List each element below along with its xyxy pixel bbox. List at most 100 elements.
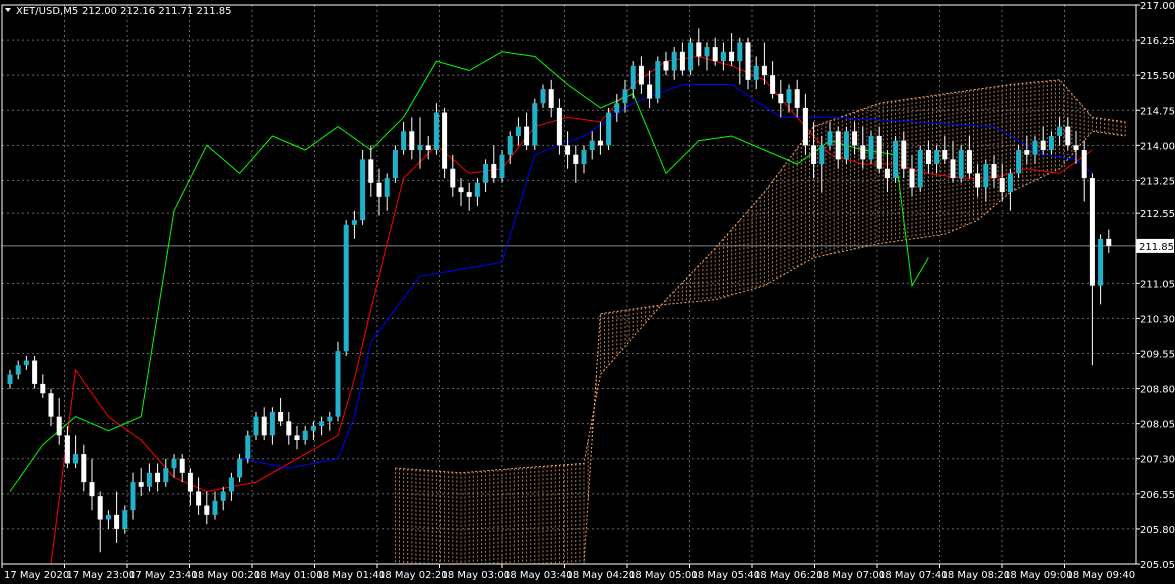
candle-body-bull — [499, 154, 505, 179]
candle-body-bull — [532, 103, 538, 146]
candle-body-bull — [237, 458, 243, 478]
candle[interactable] — [868, 131, 874, 165]
candle-body-bull — [983, 164, 989, 188]
y-tick-label: 211.05 — [1140, 279, 1175, 290]
candle-body-bear — [261, 416, 267, 436]
candle-body-bull — [581, 150, 587, 165]
candle-body-bear — [966, 150, 972, 174]
candle-body-bear — [138, 482, 144, 487]
candle-body-bull — [1057, 126, 1063, 136]
candle-body-bear — [597, 140, 603, 146]
candle[interactable] — [688, 37, 694, 76]
candle-body-bear — [1024, 150, 1030, 155]
candle[interactable] — [606, 107, 612, 151]
candle-body-bull — [360, 159, 366, 221]
candle-body-bull — [819, 145, 825, 165]
candle-body-bear — [89, 482, 95, 497]
candle-body-bull — [737, 42, 743, 62]
candle-body-bear — [876, 135, 882, 169]
candle[interactable] — [392, 145, 398, 183]
candle-body-bull — [540, 89, 546, 104]
candle-body-bull — [868, 135, 874, 160]
candle-body-bull — [401, 131, 407, 151]
candle[interactable] — [958, 145, 964, 183]
y-tick-label: 205.80 — [1140, 525, 1175, 536]
candle-body-bull — [671, 51, 677, 71]
candle-body-bull — [843, 131, 849, 160]
candle-body-bear — [458, 187, 464, 193]
candle-body-bear — [638, 65, 644, 85]
candle-body-bull — [343, 224, 349, 352]
candle-body-bull — [163, 468, 169, 483]
candle-body-bear — [852, 131, 858, 146]
candle-body-bear — [647, 84, 653, 99]
candle-body-bull — [786, 89, 792, 104]
candle-body-bull — [893, 140, 899, 179]
candle-body-bull — [384, 178, 390, 197]
candle[interactable] — [843, 126, 849, 165]
candle-body-bear — [811, 145, 817, 165]
price-chart[interactable]: 217.00 216.25 215.50 214.75 214.00 213.25 212.… — [0, 0, 1175, 584]
x-tick-label: 17 May 23:40 — [129, 570, 198, 581]
candle-body-bull — [614, 103, 620, 113]
candle-body-bear — [729, 51, 735, 62]
x-tick-label: 18 May 05:40 — [692, 570, 761, 581]
candle-body-bull — [1016, 150, 1022, 174]
candle-body-bear — [901, 140, 907, 169]
chart-background — [0, 0, 1175, 584]
candle-body-bull — [917, 150, 923, 188]
chart-header: XET/USD,M5 212.00 212.16 211.71 211.85 — [5, 6, 232, 17]
candle-body-bear — [860, 145, 866, 160]
candle-body-bear — [991, 164, 997, 179]
candle-body-bear — [1106, 238, 1112, 246]
candle[interactable] — [532, 98, 538, 151]
symbol-label: XET/USD,M5 — [16, 6, 78, 17]
candle[interactable] — [335, 341, 341, 422]
x-tick-label: 18 May 05:00 — [629, 570, 698, 581]
candle-body-bear — [884, 168, 890, 179]
candle-body-bear — [1040, 140, 1046, 151]
candle-body-bull — [105, 514, 111, 520]
candle[interactable] — [499, 150, 505, 183]
candle-body-bear — [294, 435, 300, 441]
x-tick-label: 17 May 2020 — [4, 570, 69, 581]
candle[interactable] — [360, 150, 366, 225]
candle-body-bear — [778, 93, 784, 104]
candle-body-bear — [1089, 178, 1095, 286]
candle-body-bull — [483, 164, 489, 183]
candle-body-bear — [286, 421, 292, 436]
x-tick-label: 18 May 01:40 — [317, 570, 386, 581]
candle-body-bull — [958, 150, 964, 179]
candle-body-bull — [220, 491, 226, 501]
candle-body-bear — [1081, 150, 1087, 179]
candle[interactable] — [245, 430, 251, 464]
candle-body-bull — [630, 65, 636, 90]
candle-body-bear — [556, 107, 562, 146]
candle[interactable] — [917, 145, 923, 193]
candle-body-bear — [450, 168, 456, 188]
y-tick-label: 210.30 — [1140, 314, 1175, 325]
candle[interactable] — [655, 56, 661, 104]
y-tick-label: 208.05 — [1140, 420, 1175, 431]
candle-body-bull — [688, 42, 694, 71]
candle-body-bear — [573, 154, 579, 165]
current-price-label: 211.85 — [1139, 242, 1174, 253]
y-tick-label: 209.55 — [1140, 349, 1175, 360]
candle-body-bull — [589, 140, 595, 151]
candle[interactable] — [1016, 145, 1022, 179]
candle-body-bull — [269, 411, 275, 436]
candle-body-bear — [425, 145, 431, 151]
y-tick-label: 205.05 — [1140, 560, 1175, 571]
candle[interactable] — [32, 355, 38, 389]
candle-body-bull — [507, 135, 513, 155]
candle-body-bull — [606, 112, 612, 146]
candle-body-bear — [745, 42, 751, 80]
candle-body-bear — [524, 126, 530, 146]
candle-body-bear — [368, 159, 374, 183]
candle[interactable] — [893, 135, 899, 183]
candle[interactable] — [343, 220, 349, 356]
candle-body-bull — [1007, 173, 1013, 193]
candle-body-bull — [245, 435, 251, 459]
x-tick-label: 18 May 02:20 — [379, 570, 448, 581]
candle[interactable] — [442, 107, 448, 179]
